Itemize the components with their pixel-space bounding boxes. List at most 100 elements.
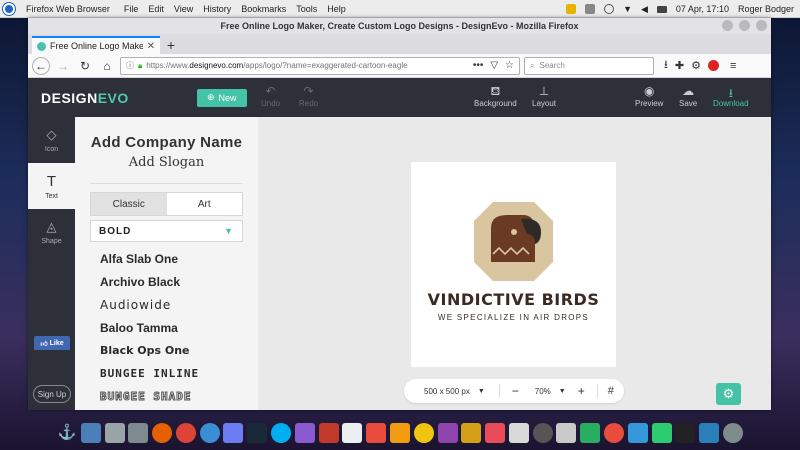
clock[interactable]: 07 Apr, 17:10 [676, 4, 729, 14]
font-style-dropdown[interactable]: BOLD ▼ [90, 220, 243, 242]
font-item[interactable]: Audiowide [100, 293, 258, 316]
page-actions-icon[interactable]: ••• [473, 60, 484, 71]
facebook-like-button[interactable]: 👍︎ Like [34, 336, 70, 350]
menu-tools[interactable]: Tools [296, 4, 317, 14]
audio-app-icon[interactable] [461, 423, 482, 443]
secure-lock-icon[interactable]: 🔒︎ [138, 61, 142, 71]
menu-edit[interactable]: Edit [148, 4, 164, 14]
help-tray-icon[interactable] [604, 4, 615, 14]
sidebar-item-shape[interactable]: ◬ Shape [28, 209, 75, 255]
font-item[interactable]: Black Ops One [100, 339, 258, 362]
maximize-button[interactable] [739, 20, 750, 31]
close-tab-icon[interactable]: ✕ [147, 41, 155, 52]
downloads-icon[interactable]: ⭳ [664, 56, 668, 75]
save-button[interactable]: ☁ Save [679, 84, 697, 108]
redo-button[interactable]: ↷ Redo [299, 84, 318, 108]
font-item[interactable]: Alfa Slab One [100, 247, 258, 270]
canvas-size-select[interactable]: 500 x 500 px [424, 387, 470, 396]
tweak-app-icon[interactable] [580, 423, 601, 443]
notes-tray-icon[interactable] [566, 4, 577, 14]
pocket-icon[interactable]: ▽ [490, 60, 498, 71]
tab-classic[interactable]: Classic [91, 193, 167, 215]
zoom-caret-icon[interactable]: ▼ [559, 388, 566, 395]
battery-icon[interactable] [656, 5, 667, 13]
calendar-icon[interactable] [508, 423, 529, 443]
extensions-icon[interactable]: ✚ [675, 59, 684, 72]
logo-slogan[interactable]: WE SPECIALIZE IN AIR DROPS [411, 313, 616, 322]
menu-bookmarks[interactable]: Bookmarks [241, 4, 286, 14]
terminal-icon[interactable] [675, 423, 696, 443]
browser-app-icon[interactable] [199, 423, 220, 443]
image-viewer-icon[interactable] [627, 423, 648, 443]
bookmark-star-icon[interactable]: ☆ [505, 60, 514, 71]
new-button[interactable]: ⊕ New [196, 88, 247, 107]
search-app-icon[interactable] [603, 423, 624, 443]
menu-file[interactable]: File [124, 4, 139, 14]
tab-art[interactable]: Art [167, 193, 243, 215]
background-button[interactable]: ⛾ Background [474, 84, 517, 108]
settings-gear-button[interactable]: ⚙ [716, 383, 741, 405]
menu-view[interactable]: View [174, 4, 193, 14]
sign-up-button[interactable]: Sign Up [33, 385, 71, 403]
menu-help[interactable]: Help [327, 4, 346, 14]
site-info-icon[interactable]: ⓘ [126, 60, 134, 71]
video-app-icon[interactable] [437, 423, 458, 443]
hamburger-menu-icon[interactable]: ≡ [730, 60, 736, 72]
firefox-icon[interactable] [152, 423, 173, 443]
undo-button[interactable]: ↶ Undo [261, 84, 280, 108]
archive-icon[interactable] [104, 423, 125, 443]
photo-app-icon[interactable] [485, 423, 506, 443]
minimize-button[interactable] [722, 20, 733, 31]
add-company-name-button[interactable]: Add Company Name [75, 134, 258, 151]
zoom-level[interactable]: 70% [535, 387, 551, 396]
pdf-icon[interactable] [366, 423, 387, 443]
chrome-icon[interactable] [175, 423, 196, 443]
settings-app-icon[interactable] [722, 423, 743, 443]
font-item[interactable]: Archivo Black [100, 270, 258, 293]
updates-icon[interactable] [318, 423, 339, 443]
zoom-out-button[interactable]: − [512, 384, 519, 398]
browser-tab[interactable]: Free Online Logo Maker, Cre ✕ [32, 36, 160, 54]
size-caret-icon[interactable]: ▼ [478, 388, 485, 395]
search-bar[interactable]: ⌕ Search [524, 56, 654, 75]
anchor-app-icon[interactable]: ⚓ [57, 423, 77, 443]
forward-button[interactable]: → [54, 57, 72, 75]
workspace-icon[interactable] [699, 423, 720, 443]
add-slogan-button[interactable]: Add Slogan [75, 155, 258, 170]
steam-icon[interactable] [247, 423, 268, 443]
monitor-app-icon[interactable] [651, 423, 672, 443]
briefcase-icon[interactable] [556, 423, 577, 443]
wifi-icon[interactable]: ▼ [623, 4, 632, 14]
font-item[interactable]: Baloo Tamma [100, 316, 258, 339]
mail-app-icon[interactable] [223, 423, 244, 443]
url-bar[interactable]: ⓘ 🔒︎ https://www.designevo.com/apps/logo… [120, 56, 520, 75]
home-button[interactable]: ⌂ [98, 57, 116, 75]
new-tab-button[interactable]: + [160, 36, 182, 54]
os-menu-logo-icon[interactable] [0, 0, 18, 18]
volume-icon[interactable]: ◀ [641, 4, 648, 15]
logo-company-name[interactable]: VINDICTIVE BIRDS [411, 290, 616, 309]
download-button[interactable]: ⭳ Download [713, 84, 749, 108]
banana-app-icon[interactable] [413, 423, 434, 443]
adblock-icon[interactable] [707, 60, 719, 71]
clipboard-tray-icon[interactable] [585, 4, 596, 14]
sidebar-item-icon[interactable]: ◇ Icon [28, 117, 75, 163]
font-item[interactable]: BUNGEE INLINE [100, 362, 258, 385]
preview-button[interactable]: ◉ Preview [635, 84, 663, 108]
document-icon[interactable] [342, 423, 363, 443]
grid-toggle-icon[interactable]: # [608, 385, 614, 397]
logo-artboard[interactable]: VINDICTIVE BIRDS WE SPECIALIZE IN AIR DR… [411, 162, 616, 367]
file-manager-icon[interactable] [80, 423, 101, 443]
back-button[interactable]: ← [32, 56, 50, 75]
close-window-button[interactable] [756, 20, 767, 31]
game-app-icon[interactable] [294, 423, 315, 443]
skype-icon[interactable] [271, 423, 292, 443]
layout-button[interactable]: ⊥ Layout [532, 84, 556, 108]
designevo-logo[interactable]: DESIGNEVO [41, 90, 129, 106]
user-name[interactable]: Roger Bodger [738, 4, 794, 14]
glasses-app-icon[interactable] [532, 423, 553, 443]
settings-gear-icon[interactable]: ⚙ [691, 59, 701, 72]
sidebar-item-text[interactable]: T Text [28, 163, 75, 209]
menu-history[interactable]: History [203, 4, 231, 14]
zoom-in-button[interactable]: + [578, 384, 585, 398]
